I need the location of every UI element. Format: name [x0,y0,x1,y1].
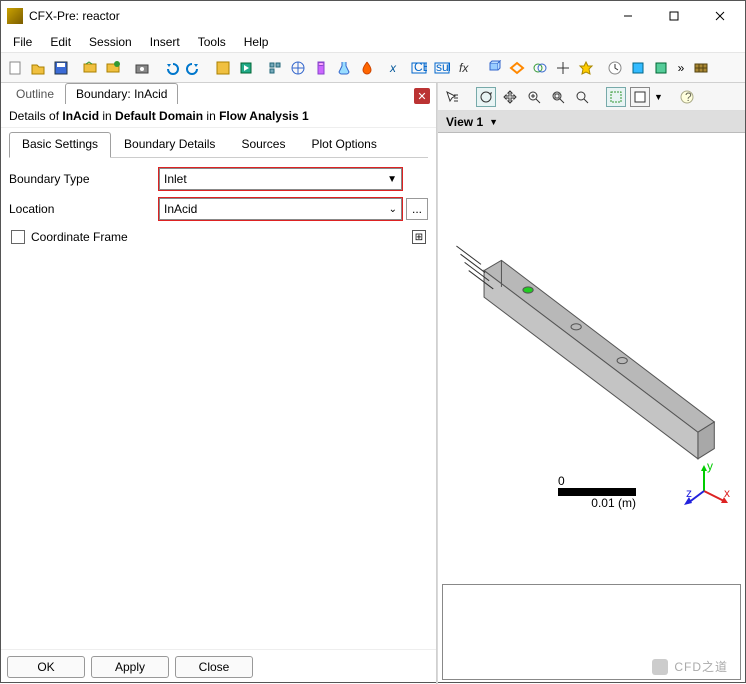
subtab-basic[interactable]: Basic Settings [9,132,111,157]
highlight-icon[interactable] [606,87,626,107]
menu-tools[interactable]: Tools [190,33,234,51]
snapshot-icon[interactable] [132,58,152,78]
monitor-icon[interactable] [576,58,596,78]
svg-text:sub: sub [436,60,450,74]
title-bar: CFX-Pre: reactor [1,1,745,31]
rotate-icon[interactable] [476,87,496,107]
reload-mesh-icon[interactable] [103,58,123,78]
boundary-icon[interactable] [507,58,527,78]
subtab-plot[interactable]: Plot Options [298,132,389,157]
domain-icon[interactable] [484,58,504,78]
boundary-subtabs: Basic Settings Boundary Details Sources … [9,132,428,158]
coordinate-frame-expand[interactable]: ⊞ [412,230,426,244]
menu-bar: File Edit Session Insert Tools Help [1,31,745,53]
material-icon[interactable] [311,58,331,78]
scale-bar: 0 0.01 (m) [558,474,636,510]
viewport-3d[interactable]: 0 0.01 (m) y x z [438,133,745,580]
watermark: CFD之道 [652,658,728,675]
quick-setup-icon[interactable] [213,58,233,78]
close-window-button[interactable] [697,1,743,31]
svg-text:x: x [724,486,730,500]
region-icon[interactable] [628,58,648,78]
svg-text:CEL: CEL [414,60,427,74]
chevron-down-icon: ▼ [489,117,498,127]
save-icon[interactable] [51,58,71,78]
subtab-sources[interactable]: Sources [228,132,298,157]
app-icon [7,8,23,24]
menu-edit[interactable]: Edit [42,33,79,51]
timestep-icon[interactable] [605,58,625,78]
chevron-down-icon: ⌄ [389,204,397,215]
apply-button[interactable]: Apply [91,656,169,678]
render-mode-icon[interactable] [630,87,650,107]
import-mesh-icon[interactable] [80,58,100,78]
outline-tab[interactable]: Outline [5,83,65,104]
subdomain-icon[interactable]: sub [432,58,452,78]
zoom-fit-icon[interactable] [572,87,592,107]
chevron-down-icon: ▼ [387,174,397,185]
minimize-button[interactable] [605,1,651,31]
interface-icon[interactable] [530,58,550,78]
svg-text:?: ? [685,90,692,104]
undo-icon[interactable] [161,58,181,78]
boundary-type-label: Boundary Type [9,172,159,186]
basic-settings-form: Boundary Type Inlet ▼ Location InAcid ⌄ … [1,158,436,256]
tab-close-button[interactable]: ✕ [414,88,430,104]
viewport-toolbar: ▼ ? [438,83,745,111]
boundary-type-combo[interactable]: Inlet ▼ [159,168,402,190]
expression-icon[interactable]: x [386,58,406,78]
location-value: InAcid [164,202,197,216]
maximize-button[interactable] [651,1,697,31]
toolbar-overflow[interactable]: » [674,61,688,75]
function-icon[interactable]: fx [455,58,475,78]
close-button[interactable]: Close [175,656,253,678]
subtab-bdetails[interactable]: Boundary Details [111,132,228,157]
pan-icon[interactable] [500,87,520,107]
location-picker-button[interactable]: ... [406,198,428,220]
turbo-icon[interactable] [651,58,671,78]
help-icon[interactable]: ? [677,87,697,107]
mesh-display-icon[interactable] [691,58,711,78]
zoom-box-icon[interactable] [548,87,568,107]
mesh-icon[interactable] [288,58,308,78]
boundary-type-value: Inlet [164,172,187,186]
main-toolbar: x CEL sub fx » [1,53,745,83]
source-point-icon[interactable] [553,58,573,78]
new-icon[interactable] [5,58,25,78]
window-title: CFX-Pre: reactor [29,9,605,23]
reaction-icon[interactable] [334,58,354,78]
view-header[interactable]: View 1 ▼ [438,111,745,133]
menu-help[interactable]: Help [236,33,277,51]
cel-icon[interactable]: CEL [409,58,429,78]
panel-tabs: Outline Boundary: InAcid ✕ [1,83,436,105]
analysis-icon[interactable] [265,58,285,78]
watermark-icon [652,659,668,675]
location-combo[interactable]: InAcid ⌄ [159,198,402,220]
axis-triad: y x z [684,461,730,510]
coordinate-frame-label: Coordinate Frame [31,230,128,244]
coordinate-frame-checkbox[interactable] [11,230,25,244]
details-header: Details of InAcid in Default Domain in F… [1,105,436,128]
menu-session[interactable]: Session [81,33,140,51]
run-solver-icon[interactable] [236,58,256,78]
details-panel: Outline Boundary: InAcid ✕ Details of In… [1,83,437,684]
open-icon[interactable] [28,58,48,78]
viewport-panel: ▼ ? View 1 ▼ [437,83,745,684]
ok-button[interactable]: OK [7,656,85,678]
zoom-in-icon[interactable] [524,87,544,107]
menu-file[interactable]: File [5,33,40,51]
svg-text:y: y [707,461,713,473]
redo-icon[interactable] [184,58,204,78]
boundary-tab[interactable]: Boundary: InAcid [65,83,178,104]
svg-text:fx: fx [459,61,469,75]
menu-insert[interactable]: Insert [142,33,188,51]
combustion-icon[interactable] [357,58,377,78]
svg-text:x: x [389,61,397,75]
select-icon[interactable] [442,87,462,107]
chevron-down-icon[interactable]: ▼ [654,92,663,102]
svg-text:z: z [686,486,692,500]
dialog-buttons: OK Apply Close [1,649,436,684]
location-label: Location [9,202,159,216]
